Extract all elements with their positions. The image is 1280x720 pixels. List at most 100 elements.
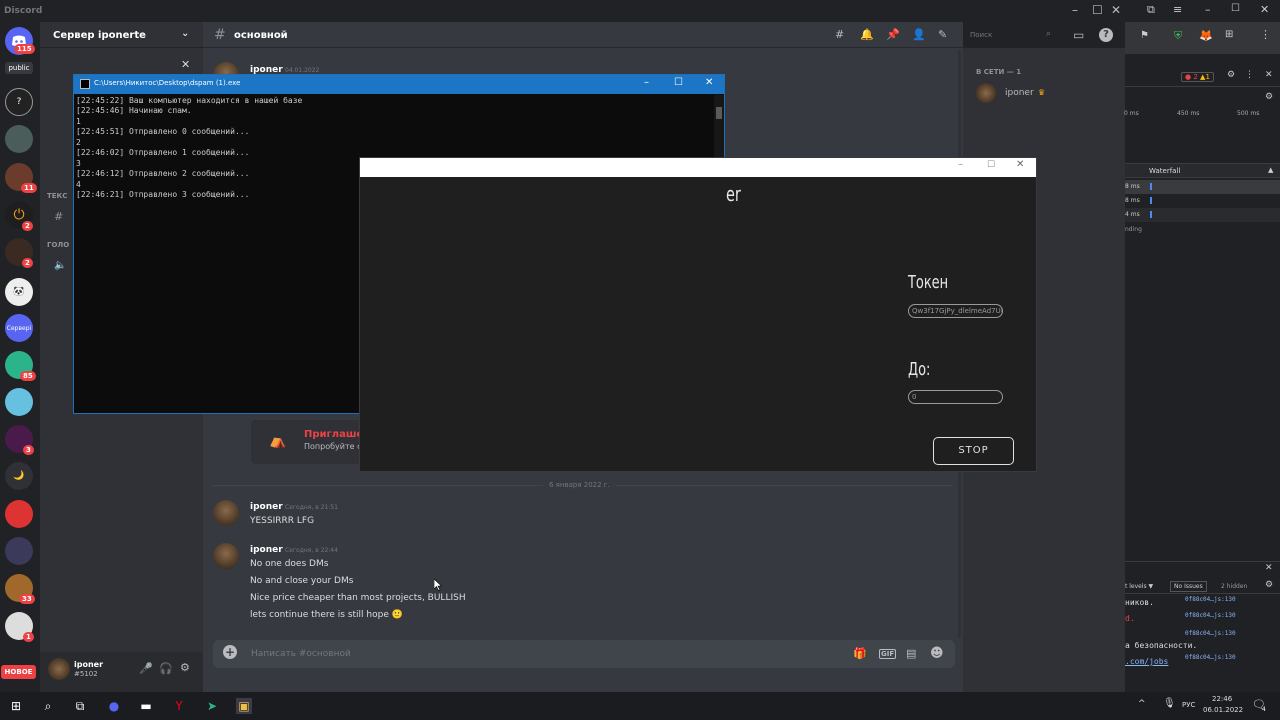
tool-titlebar[interactable]: – ☐ ✕ xyxy=(360,158,1036,177)
gift-icon[interactable]: 🎁 xyxy=(853,647,867,660)
console-source[interactable]: 0f88c04…js:130 xyxy=(1185,654,1236,661)
search-input[interactable]: Поиск ⌕ xyxy=(966,28,1059,43)
message-author[interactable]: iponer xyxy=(250,502,283,512)
message-avatar[interactable] xyxy=(213,543,239,569)
stop-button[interactable]: STOP xyxy=(933,437,1014,465)
waterfall-bar xyxy=(1150,183,1152,190)
sticker-icon[interactable]: ▤ xyxy=(906,647,916,660)
member-avatar[interactable] xyxy=(976,83,996,103)
menu-kebab-icon[interactable]: ⋮ xyxy=(1260,28,1271,41)
new-label[interactable]: НОВОЕ xyxy=(1,665,36,679)
threads-icon[interactable]: # xyxy=(835,28,844,41)
server-icon-12[interactable] xyxy=(5,500,33,528)
bell-icon[interactable]: 🔔 xyxy=(860,28,874,41)
browser-maximize-icon[interactable]: ☐ xyxy=(1231,3,1240,14)
server-icon-servers[interactable]: Серверi xyxy=(5,314,33,342)
popup-close-icon[interactable]: ✕ xyxy=(181,58,190,71)
shield-icon[interactable]: ⛨ xyxy=(1174,29,1182,43)
server-icon-11[interactable]: 🌙 xyxy=(5,462,33,490)
console-minimize-icon[interactable]: – xyxy=(644,77,649,88)
task-view-icon[interactable]: ⧉ xyxy=(72,698,88,714)
spam-tool-window[interactable]: – ☐ ✕ er Токен Qw3f17GjPy_dlelmeAd7UHk Д… xyxy=(359,157,1037,472)
browser-minimize-icon[interactable]: – xyxy=(1205,3,1211,16)
public-label[interactable]: public xyxy=(5,62,33,74)
clock-date[interactable]: 06.01.2022 xyxy=(1203,706,1243,714)
server-icon-13[interactable] xyxy=(5,537,33,565)
server-badge-15: 1 xyxy=(23,632,34,642)
console-close-icon[interactable]: ✕ xyxy=(705,77,713,88)
emoji-icon[interactable]: ☻ xyxy=(930,646,944,661)
maximize-icon[interactable]: ☐ xyxy=(1092,3,1103,17)
console-titlebar[interactable]: C:\Users\Никитос\Desktop\dspam (1).exe –… xyxy=(74,75,724,94)
network-row[interactable]: 8 ms xyxy=(1125,180,1280,194)
add-attachment-icon[interactable]: + xyxy=(223,645,237,659)
terminal-taskbar-icon[interactable]: ▬ xyxy=(138,698,154,714)
console-source[interactable]: 0f88c04…js:130 xyxy=(1185,630,1236,637)
user-name: iponer xyxy=(74,660,104,669)
message-avatar[interactable] xyxy=(213,500,239,526)
mute-mic-icon[interactable]: 🎤 xyxy=(139,662,153,675)
windows-start-icon[interactable]: ⊞ xyxy=(8,698,24,714)
server-icon-9[interactable] xyxy=(5,388,33,416)
tool-maximize-icon[interactable]: ☐ xyxy=(987,160,995,170)
telegram-taskbar-icon[interactable]: ➤ xyxy=(204,698,220,714)
server-icon-2[interactable] xyxy=(5,125,33,153)
python-taskbar-icon[interactable]: ▣ xyxy=(236,698,252,714)
inbox-icon[interactable]: ✎ xyxy=(938,28,947,41)
search-icon[interactable]: ⌕ xyxy=(40,698,56,714)
server-icon-6[interactable]: 🐼 xyxy=(5,278,33,306)
avatar[interactable] xyxy=(48,658,70,680)
delay-input[interactable]: 0 xyxy=(908,390,1003,404)
mic-tray-icon[interactable]: 🎙 xyxy=(1163,698,1176,709)
console-scroll-thumb[interactable] xyxy=(716,107,722,119)
network-row[interactable]: 4 ms xyxy=(1125,208,1280,222)
console-link[interactable]: .com/jobs xyxy=(1125,657,1168,666)
metamask-icon[interactable]: 🦊 xyxy=(1199,29,1213,42)
browser-window-restore-icon[interactable]: ⧉ xyxy=(1147,3,1155,17)
browser-close-icon[interactable]: ✕ xyxy=(1260,3,1269,16)
headphones-icon[interactable]: 🎧 xyxy=(159,662,173,675)
help-icon[interactable]: ? xyxy=(1099,28,1113,42)
category-voice[interactable]: ГОЛО xyxy=(47,241,69,249)
category-text[interactable]: ТЕКС xyxy=(47,192,67,200)
clock-time[interactable]: 22:46 xyxy=(1212,695,1232,703)
pin-icon[interactable]: 📌 xyxy=(886,28,900,41)
close-icon[interactable]: ✕ xyxy=(1111,3,1121,17)
tool-close-icon[interactable]: ✕ xyxy=(1016,159,1024,170)
settings-gear-icon[interactable]: ⚙ xyxy=(180,661,190,674)
browser-menu-icon[interactable]: ≡ xyxy=(1173,3,1182,16)
extension-icon[interactable]: ⚑ xyxy=(1140,30,1149,41)
token-input[interactable]: Qw3f17GjPy_dlelmeAd7UHk xyxy=(908,304,1003,318)
devtools-more-icon[interactable]: ⋮ xyxy=(1245,70,1254,80)
tool-minimize-icon[interactable]: – xyxy=(958,159,963,170)
language-indicator[interactable]: РУС xyxy=(1182,701,1195,709)
console-maximize-icon[interactable]: ☐ xyxy=(674,77,683,88)
server-header[interactable]: Сервер iponerte ⌄ xyxy=(40,22,203,48)
discord-taskbar-icon[interactable]: ● xyxy=(106,698,122,714)
error-count[interactable]: ● 2 ▲1 xyxy=(1181,72,1214,82)
console-source[interactable]: 0f88c04…js:130 xyxy=(1185,596,1236,603)
issues-button[interactable]: No Issues xyxy=(1170,581,1207,592)
yandex-taskbar-icon[interactable]: Y xyxy=(171,698,187,714)
message-author[interactable]: iponer xyxy=(250,545,283,555)
tray-up-icon[interactable]: ^ xyxy=(1138,699,1146,709)
inbox-tray-icon[interactable]: ▭ xyxy=(1073,28,1084,42)
network-settings-icon[interactable]: ⚙ xyxy=(1265,92,1273,102)
waterfall-header[interactable]: Waterfall ▲ xyxy=(1125,163,1280,178)
minimize-icon[interactable]: – xyxy=(1072,3,1078,17)
composer-placeholder[interactable]: Написать #основной xyxy=(251,649,351,659)
members-icon[interactable]: 👤 xyxy=(912,28,926,41)
server-icon-1[interactable]: ? xyxy=(5,88,33,116)
gif-icon[interactable]: GIF xyxy=(879,649,897,659)
member-name[interactable]: iponer xyxy=(1005,88,1034,98)
devtools-close-icon[interactable]: ✕ xyxy=(1265,70,1273,80)
drawer-close-icon[interactable]: ✕ xyxy=(1265,563,1273,573)
console-line: [22:45:46] Начинаю спам. xyxy=(76,106,192,115)
console-source[interactable]: 0f88c04…js:130 xyxy=(1185,612,1236,619)
puzzle-icon[interactable]: ⊞ xyxy=(1225,29,1233,40)
devtools-settings-icon[interactable]: ⚙ xyxy=(1227,70,1235,80)
message-composer[interactable]: + Написать #основной 🎁 GIF ▤ ☻ xyxy=(213,640,955,668)
levels-dropdown[interactable]: t levels ▼ xyxy=(1125,583,1153,590)
console-settings-icon[interactable]: ⚙ xyxy=(1265,580,1273,590)
network-row[interactable]: 8 ms xyxy=(1125,194,1280,208)
